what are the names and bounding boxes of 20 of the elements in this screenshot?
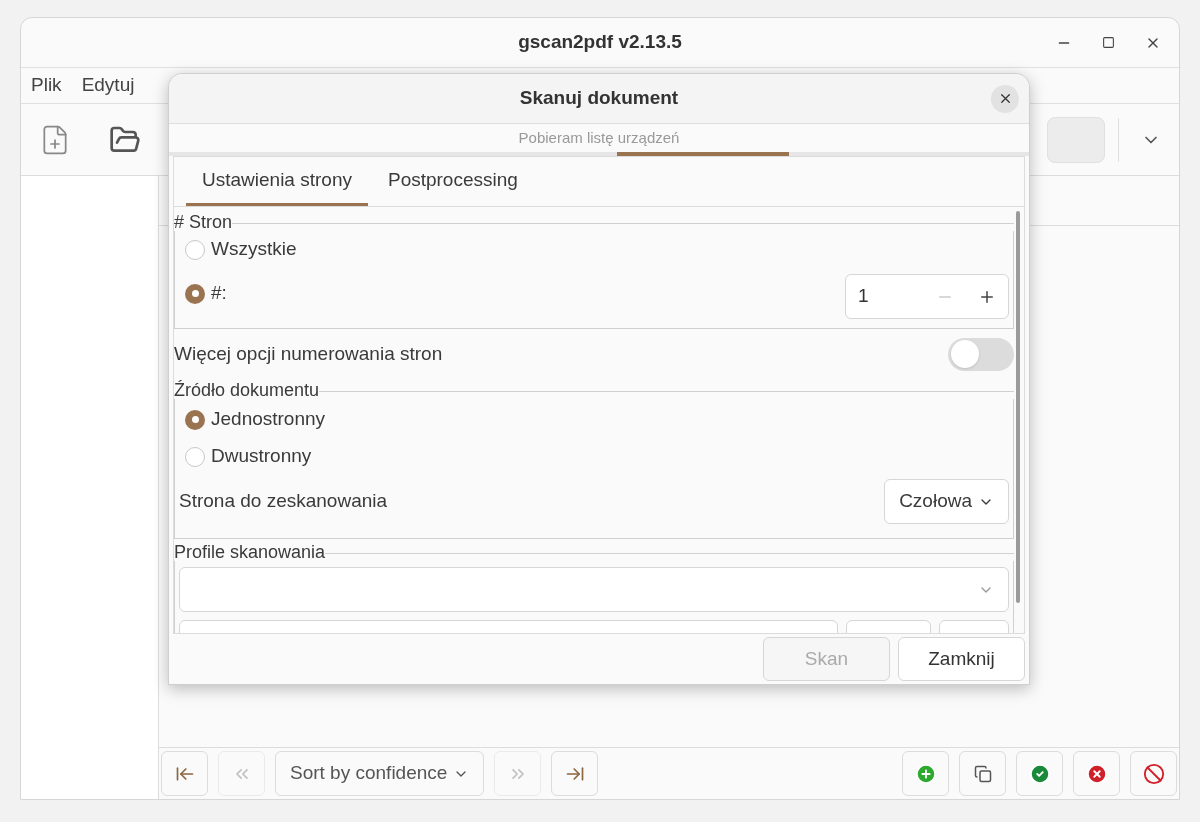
sort-dropdown[interactable]: Sort by confidence — [275, 751, 485, 796]
radio-label: Wszystkie — [211, 237, 297, 262]
radio-label: Jednostronny — [211, 407, 326, 432]
side-dropdown[interactable]: Czołowa — [884, 479, 1009, 524]
radio-label: Dwustronny — [211, 444, 312, 469]
section-legend: # Stron — [174, 211, 233, 233]
menu-item[interactable]: Plik — [31, 71, 62, 100]
menu-item[interactable]: Edytuj — [81, 71, 135, 100]
tab[interactable]: Ustawienia strony — [186, 158, 368, 206]
dialog-title: Skanuj dokument — [519, 86, 679, 111]
section-legend: Profile skanowania — [174, 541, 326, 563]
option-label: Więcej opcji numerowania stron — [174, 341, 443, 366]
option-label: Strona do zeskanowania — [179, 489, 388, 514]
status-text: Pobieram listę urządzeń — [518, 127, 680, 148]
window-title: gscan2pdf v2.13.5 — [518, 30, 682, 55]
tab[interactable]: Postprocessing — [371, 158, 534, 206]
radio-label: #: — [211, 281, 227, 306]
dialog-button[interactable]: Zamknij — [898, 637, 1025, 681]
section-legend: Źródło dokumentu — [174, 379, 320, 401]
page-count-spinner[interactable]: 1 — [845, 274, 1009, 319]
